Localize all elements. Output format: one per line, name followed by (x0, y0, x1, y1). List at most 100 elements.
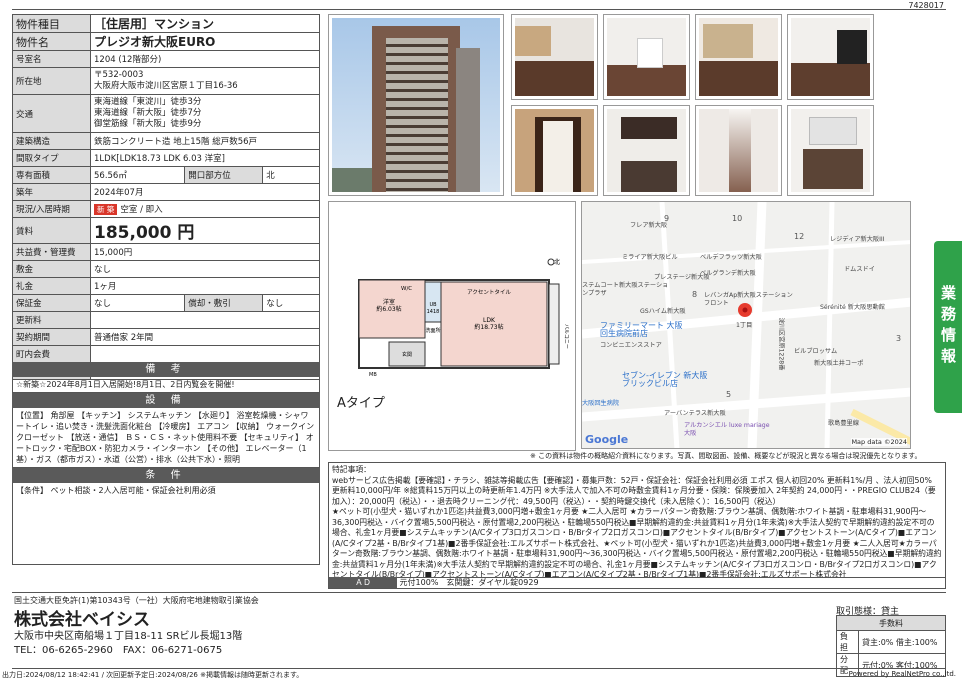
spec-key: 号室名 (12, 50, 91, 68)
map-credit: Map data ©2024 (851, 438, 907, 446)
floorplan: 北 洋室約6.03帖 LDK 約18.73帖 アクセントタイル W/C UB 141… (328, 201, 576, 451)
company-address: 大阪市中央区南船場１丁目18-11 SRビル長堀13階 (14, 631, 243, 642)
google-logo: Google (585, 433, 629, 446)
building-photo (328, 14, 504, 196)
map-block-number: 5 (726, 390, 732, 399)
spec-key: 更新料 (12, 311, 91, 329)
room-photo-7 (695, 105, 782, 196)
floorplan-type: Aタイプ (337, 396, 385, 411)
balcony-label: バルコニー (563, 324, 569, 349)
map-place-label[interactable]: ベルデフラッツ新大阪 (700, 254, 762, 262)
fee-title: 手数料 (836, 615, 946, 631)
map-place-label[interactable]: GSハイム新大阪 (640, 308, 686, 316)
spec-key: 専有面積 (12, 166, 91, 184)
spec-key: 保証金 (12, 294, 91, 312)
map-place-label[interactable]: レバンガAp新大阪ステーションフロント (704, 292, 794, 308)
spec-key: 敷金 (12, 260, 91, 278)
room-photo-8 (787, 105, 874, 196)
spec-key: 建築構造 (12, 132, 91, 150)
new-build-badge: 新 築 (94, 204, 118, 215)
ad-label: ＡＤ (329, 577, 397, 588)
spec-value: なし (89, 294, 186, 312)
map-place-label[interactable]: ベルグランデ新大阪 (700, 270, 756, 278)
spec-key: 間取タイプ (12, 149, 91, 167)
spec-value: 2024年07月 (90, 183, 320, 201)
map-place-label[interactable]: 新大阪土井コーポ (814, 360, 864, 368)
status-text: 空室 / 即入 (120, 205, 163, 215)
spec-key: 償却・敷引 (184, 294, 264, 312)
conditions-text: 【条件】 ペット相談・2人入居可能・保証会社利用必須 (12, 483, 320, 565)
spec-value: 普通借家 2年間 (90, 328, 320, 346)
spec-key: 交通 (12, 94, 91, 133)
map-place-label[interactable]: Sérénité 新大阪思動館 (820, 304, 885, 312)
spec-value: なし (90, 260, 320, 278)
spec-value: 1204 (12階部分) (90, 50, 320, 68)
map-place-label[interactable]: 1丁目 (736, 322, 752, 330)
spec-table: 物件種目 ［住居用］マンション 物件名 プレジオ新大阪EURO 号室名 1204 (12階… (12, 14, 320, 380)
spec-value: 1ヶ月 (90, 277, 320, 295)
room-photo-1 (511, 14, 598, 100)
map-place-label[interactable]: フレア新大阪 (630, 222, 667, 230)
spec-key: 契約期間 (12, 328, 91, 346)
business-info-tab[interactable]: 業務情報 (934, 241, 962, 413)
north-label: 北 (554, 258, 560, 266)
map-place-label[interactable]: ビルブロッサム (794, 348, 837, 356)
room-photo-2 (603, 14, 690, 100)
equipment-title: 設 備 (12, 393, 320, 408)
spec-key: 礼金 (12, 277, 91, 295)
spec-key: 所在地 (12, 67, 91, 95)
floorplan-drawing: 北 洋室約6.03帖 LDK 約18.73帖 アクセントタイル W/C UB 141… (358, 258, 569, 378)
room-photo-6 (603, 105, 690, 196)
map-place-label[interactable]: セブン-イレブン 新大阪ブリックビル店 (622, 372, 712, 388)
spec-value: 15,000円 (90, 243, 320, 261)
mb-label: MB (369, 372, 377, 378)
map-block-number: 12 (794, 232, 805, 241)
map-place-label[interactable]: ステムコート新大阪ステーションプラザ (582, 282, 672, 298)
fee-row-value: 貸主:0% 借主:100% (858, 630, 946, 654)
map-place-label[interactable]: 歌島豊里線 (828, 420, 859, 428)
status-value: 新 築空室 / 即入 (90, 200, 320, 218)
spec-value: 北 (262, 166, 320, 184)
spec-key: 開口部方位 (184, 166, 264, 184)
footer-rule-top (12, 592, 946, 593)
company-phone: TEL：06-6265-2960 FAX：06-6271-0675 (14, 645, 223, 656)
map-place-label[interactable]: アルカンシエル luxe mariage 大阪 (684, 422, 774, 438)
map-place-label[interactable]: レジディア新大阪III (830, 236, 885, 244)
spec-value: 〒532-0003 大阪府大阪市淀川区宮原１丁目16-36 (90, 67, 320, 95)
spec-value: なし (262, 294, 320, 312)
map-block-number: 9 (664, 214, 670, 223)
spec-value (90, 311, 320, 329)
output-date: 出力日:2024/08/12 18:42:41 / 次回更新予定日:2024/0… (2, 671, 304, 679)
map-place-label[interactable]: コンビニエンスストア (600, 342, 662, 350)
spec-value: 鉄筋コンクリート造 地上15階 総戸数56戸 (90, 132, 320, 150)
map-place-label[interactable]: ドムスドイ (844, 266, 875, 274)
entrance-label: 玄関 (402, 351, 412, 358)
remarks-text: ☆新築☆2024年8月1日入居開始!8月1日、2日内覧会を開催! (12, 377, 320, 393)
powered-by: Powered by RealNetPro co.,ltd. (848, 670, 956, 678)
spec-value: プレジオ新大阪EURO (90, 32, 320, 51)
map-place-label[interactable]: アーバンテラス新大阪 (664, 410, 726, 418)
remarks-title: 備 考 (12, 362, 320, 377)
fee-row-key: 負担 (836, 630, 859, 654)
map-block-number: 8 (692, 290, 698, 299)
wic-label: W/C (401, 286, 412, 292)
spec-value: 1LDK[LDK18.73 LDK 6.03 洋室] (90, 149, 320, 167)
rent-value: 185,000 円 (90, 217, 320, 244)
map-block-number: 3 (896, 334, 902, 343)
map-block-number: 10 (732, 214, 743, 223)
spec-value: 東海道線「東淀川」徒歩3分 東海道線「新大阪」徒歩7分 御堂筋線「新大阪」徒歩9… (90, 94, 320, 133)
map-place-label[interactable]: ミライア新大阪ビル (622, 254, 678, 262)
ad-value: 元付100% 玄関鍵：ダイヤル錠0929 (399, 578, 539, 587)
map-place-label[interactable]: ファミリーマート 大阪回生病院前店 (600, 322, 690, 338)
spec-key: 物件種目 (12, 14, 91, 33)
map[interactable]: フレア新大阪 ミライア新大阪ビル ベルデフラッツ新大阪 プレステージ新大阪 ベルグランデ… (581, 201, 911, 449)
map-place-label[interactable]: 大阪回生病院 (582, 400, 619, 408)
spec-key: 共益費・管理費 (12, 243, 91, 261)
notes-text: webサービス広告掲載【要確認】・チラシ、雑誌等掲載広告【要確認】・募集戸数：5… (332, 475, 942, 578)
washroom-label: 洗面所 (425, 327, 440, 334)
map-place-label[interactable]: 淀川区宮原1228番 (776, 318, 784, 371)
equipment-text: 【位置】 角部屋 【キッチン】 システムキッチン 【水廻り】 浴室乾燥機・シャワ… (12, 408, 320, 468)
remarks-section: 備 考 ☆新築☆2024年8月1日入居開始!8月1日、2日内覧会を開催! 設 備… (12, 362, 320, 565)
spec-value: ［住居用］マンション (90, 14, 320, 33)
notes-title: 特記事項： (332, 465, 371, 474)
